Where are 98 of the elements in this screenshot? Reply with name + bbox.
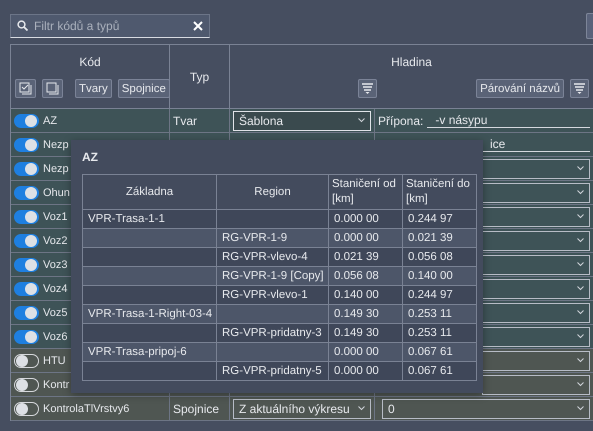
toggle-switch[interactable] <box>14 210 39 224</box>
layer-dropdown[interactable] <box>482 230 590 250</box>
table-cell: 0.253 11 <box>402 304 476 324</box>
layer-dropdown[interactable] <box>482 350 590 370</box>
code-name: HTU <box>43 354 66 366</box>
toggle-switch[interactable] <box>14 258 39 272</box>
table-cell: 0.067 61 <box>402 342 476 362</box>
layer-dropdown[interactable] <box>482 326 590 346</box>
type-text: Tvar <box>173 114 197 128</box>
popup-title: AZ <box>82 150 99 164</box>
table-cell: 0.021 39 <box>402 228 476 248</box>
table-cell: 0.149 30 <box>328 324 402 342</box>
table-cell: RG-VPR-vlevo-1 <box>216 286 328 304</box>
table-cell: VPR-Trasa-pripoj-6 <box>82 342 216 362</box>
chevron-down-icon <box>577 310 584 315</box>
column-header: Typ <box>190 70 210 84</box>
table-cell: 0.056 08 <box>328 266 402 286</box>
toggle-switch[interactable] <box>14 186 39 200</box>
code-name: Kontr <box>43 378 70 390</box>
chevron-down-icon <box>358 406 365 411</box>
search-icon <box>17 20 28 31</box>
table-cell: 0.000 00 <box>328 228 402 248</box>
code-name: Voz4 <box>43 282 68 294</box>
table-cell: 0.021 39 <box>328 248 402 266</box>
filter-lines-icon <box>574 83 585 94</box>
code-name: Nezp <box>43 138 69 150</box>
chevron-down-icon <box>577 382 584 387</box>
chevron-down-icon <box>577 238 584 243</box>
chevron-down-icon <box>577 214 584 219</box>
close-icon[interactable] <box>193 20 203 30</box>
layer-dropdown[interactable]: 0 <box>382 398 590 418</box>
table-cell: 0.244 97 <box>402 286 476 304</box>
chevron-down-icon <box>577 262 584 267</box>
type-text: Spojnice <box>173 402 220 416</box>
filter-button[interactable]: Tvary <box>75 79 112 98</box>
table-cell: 0.149 30 <box>328 304 402 324</box>
code-name: KontrolaTlVrstvy6 <box>43 402 130 414</box>
layer-dropdown[interactable] <box>482 374 590 394</box>
layer-source-dropdown[interactable]: Šablona <box>233 110 371 130</box>
table-cell: 0.244 97 <box>402 210 476 228</box>
code-name: Ohun <box>43 186 70 198</box>
table-cell: RG-VPR-vlevo-4 <box>216 248 328 266</box>
pairing-button[interactable]: Párování názvů <box>476 79 564 98</box>
column-header: Základna <box>82 174 216 210</box>
check-all-button[interactable] <box>15 79 36 98</box>
table-cell: 0.140 00 <box>328 286 402 304</box>
table-cell: 0.067 61 <box>402 362 476 380</box>
filter-lines-icon <box>362 83 373 94</box>
table-cell: 0.000 00 <box>328 362 402 380</box>
suffix-label: Přípona: <box>378 114 424 128</box>
layer-dropdown[interactable] <box>482 278 590 298</box>
chevron-down-icon <box>577 286 584 291</box>
toggle-switch[interactable] <box>14 282 39 296</box>
table-cell: RG-VPR-pridatny-3 <box>216 324 328 342</box>
chevron-down-icon <box>358 118 365 123</box>
filter-button[interactable]: Spojnice <box>118 79 170 98</box>
column-header: Hladina <box>391 55 432 69</box>
chevron-down-icon <box>577 190 584 195</box>
code-name: Voz6 <box>43 330 68 342</box>
filter-field[interactable]: Filtr kódů a typů <box>10 14 210 38</box>
suffix-field[interactable]: -v násypu <box>427 113 590 128</box>
chevron-down-icon <box>577 334 584 339</box>
table-cell: 0.056 08 <box>402 248 476 266</box>
layer-dropdown[interactable] <box>482 182 590 202</box>
code-name: AZ <box>43 114 58 126</box>
table-cell: RG-VPR-pridatny-5 <box>216 362 328 380</box>
code-name: Voz3 <box>43 258 68 270</box>
toggle-switch[interactable] <box>14 306 39 320</box>
layer-dropdown[interactable] <box>482 254 590 274</box>
table-cell: RG-VPR-1-9 [Copy] <box>216 266 328 286</box>
layer-dropdown[interactable] <box>482 302 590 322</box>
table-cell: VPR-Trasa-1-Right-03-4 <box>82 304 216 324</box>
menu-button[interactable] <box>358 79 377 98</box>
toggle-switch[interactable] <box>14 114 39 128</box>
table-cell: 0.253 11 <box>402 324 476 342</box>
filter-input[interactable]: Filtr kódů a typů <box>32 18 189 34</box>
toggle-switch[interactable] <box>14 234 39 248</box>
toggle-switch[interactable] <box>14 330 39 344</box>
toggle-switch[interactable] <box>14 162 39 176</box>
layer-dropdown[interactable] <box>482 158 590 178</box>
chevron-down-icon <box>577 358 584 363</box>
code-name: Voz1 <box>43 210 68 222</box>
code-name: Voz2 <box>43 234 68 246</box>
table-cell: VPR-Trasa-1-1 <box>82 210 216 228</box>
chevron-down-icon <box>577 406 584 411</box>
uncheck-all-button[interactable] <box>42 79 63 98</box>
code-name: Voz5 <box>43 306 68 318</box>
code-name: Nezp <box>43 162 69 174</box>
toggle-switch[interactable] <box>14 138 39 152</box>
column-header: Kód <box>79 55 101 69</box>
table-cell: 0.140 00 <box>402 266 476 286</box>
table-cell: 0.000 00 <box>328 342 402 362</box>
menu-button[interactable] <box>570 79 589 98</box>
layer-source-dropdown[interactable]: Z aktuálního výkresu <box>233 398 371 418</box>
chevron-down-icon <box>577 166 584 171</box>
layer-dropdown[interactable] <box>482 206 590 226</box>
table-cell: RG-VPR-1-9 <box>216 228 328 248</box>
table-cell: 0.000 00 <box>328 210 402 228</box>
